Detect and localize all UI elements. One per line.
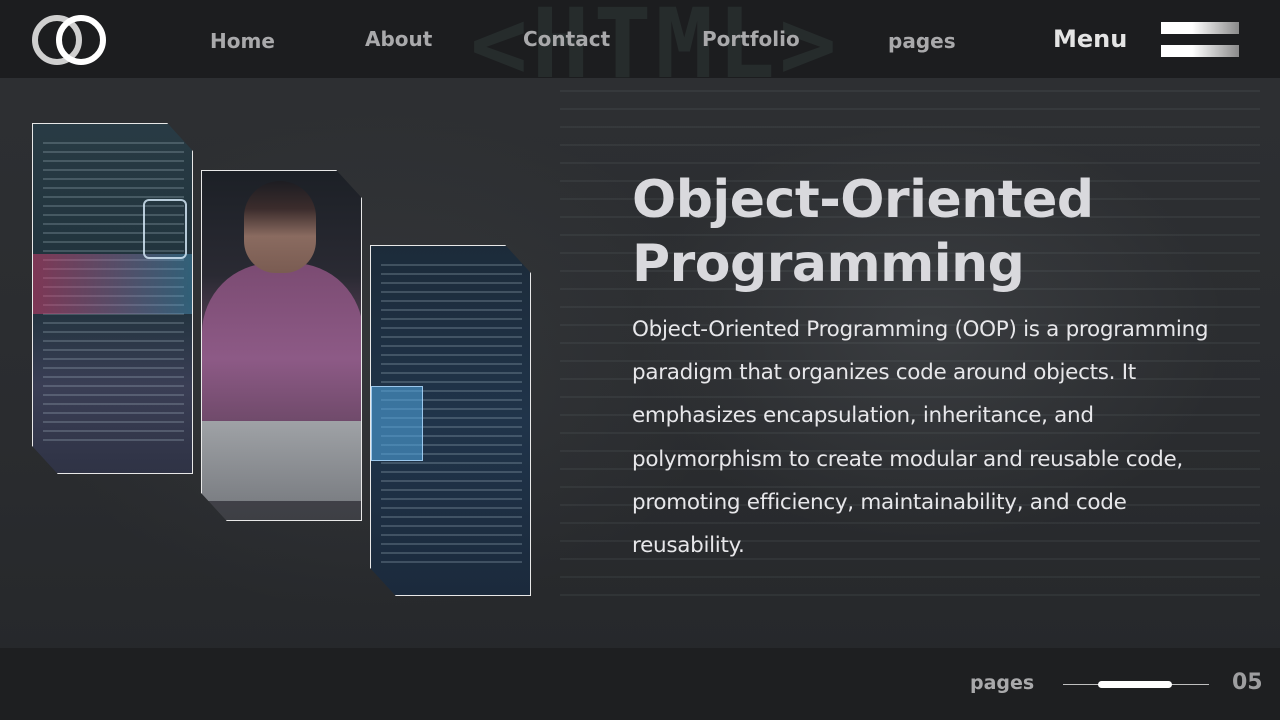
pager-progress-thumb[interactable] — [1098, 681, 1173, 688]
bottom-bar: pages 05 — [0, 648, 1280, 720]
code-bracket-icon — [143, 199, 187, 259]
nav-contact[interactable]: Contact — [523, 27, 610, 51]
code-panel-graphic — [371, 386, 423, 461]
page-number: 05 — [1232, 670, 1263, 695]
screen-glow-graphic — [33, 254, 192, 314]
slide-body: Object-Oriented Programming (OOP) is a p… — [632, 317, 1209, 559]
laptop-graphic — [202, 421, 361, 501]
nav-portfolio[interactable]: Portfolio — [702, 27, 800, 51]
nav-pages[interactable]: pages — [888, 29, 956, 53]
logo-icon[interactable] — [32, 15, 108, 65]
pages-label[interactable]: pages — [970, 672, 1034, 694]
nav-about[interactable]: About — [365, 27, 432, 51]
image-card-code-screen — [32, 123, 193, 474]
menu-icon-bar-bottom — [1161, 45, 1239, 57]
nav-home[interactable]: Home — [210, 29, 275, 53]
menu-label[interactable]: Menu — [1053, 25, 1127, 53]
menu-icon-bar-top — [1161, 22, 1239, 34]
top-navigation-bar: <HTML> Home About Contact Portfolio page… — [0, 0, 1280, 78]
logo-ring-right — [56, 15, 106, 65]
slide-title: Object-Oriented Programming — [632, 170, 1094, 294]
developer-body-graphic — [202, 263, 361, 423]
image-card-developer — [201, 170, 362, 521]
hamburger-menu-icon[interactable] — [1161, 22, 1239, 58]
pager-progress-track[interactable] — [1063, 681, 1209, 688]
developer-head-graphic — [244, 181, 316, 273]
image-card-css-code — [370, 245, 531, 596]
